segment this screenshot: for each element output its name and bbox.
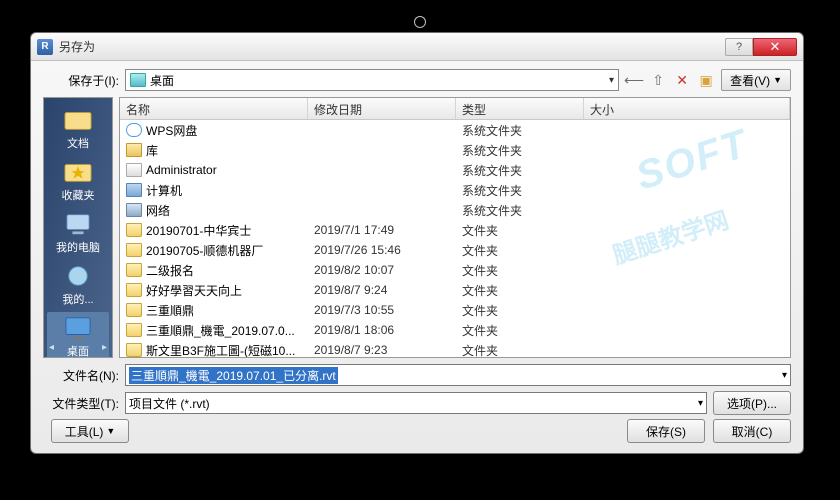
folder-icon xyxy=(126,243,142,257)
new-folder-icon[interactable]: ▣ xyxy=(697,71,715,89)
filename-input[interactable]: 三重順鼎_機電_2019.07.01_已分离.rvt ▾ xyxy=(125,364,791,386)
folder-icon xyxy=(126,283,142,297)
cloud-icon xyxy=(126,123,142,137)
sidebar-item-favorites[interactable]: 收藏夹 xyxy=(47,156,109,206)
col-size[interactable]: 大小 xyxy=(584,98,790,119)
save-as-dialog: R 另存为 ? ✕ 保存于(I): 桌面 ▾ ⟵ ⇧ ✕ ▣ 查看(V) ▼ 文… xyxy=(30,32,804,454)
location-text: 桌面 xyxy=(150,72,174,89)
places-sidebar: 文档 收藏夹 我的电脑 我的... 桌面 ◂▸ xyxy=(43,97,113,358)
back-icon[interactable]: ⟵ xyxy=(625,71,643,89)
table-row[interactable]: 二级报名2019/8/2 10:07文件夹 xyxy=(120,260,790,280)
delete-icon[interactable]: ✕ xyxy=(673,71,691,89)
sidebar-item-network[interactable]: 我的... xyxy=(47,260,109,310)
table-row[interactable]: WPS网盘系统文件夹 xyxy=(120,120,790,140)
save-button[interactable]: 保存(S) xyxy=(627,419,705,443)
table-row[interactable]: 计算机系统文件夹 xyxy=(120,180,790,200)
window-title: 另存为 xyxy=(59,38,725,55)
chevron-down-icon: ▾ xyxy=(698,398,703,409)
column-headers[interactable]: 名称 修改日期 类型 大小 xyxy=(120,98,790,120)
sidebar-scroll[interactable]: ◂▸ xyxy=(49,342,107,353)
handle-circle xyxy=(414,16,426,28)
titlebar: R 另存为 ? ✕ xyxy=(31,33,803,61)
col-date[interactable]: 修改日期 xyxy=(308,98,456,119)
options-button[interactable]: 选项(P)... xyxy=(713,391,791,415)
pc-icon xyxy=(126,183,142,197)
lib-icon xyxy=(126,143,142,157)
view-label: 查看(V) xyxy=(730,72,770,89)
cancel-button[interactable]: 取消(C) xyxy=(713,419,791,443)
app-icon: R xyxy=(37,39,53,55)
sidebar-item-documents[interactable]: 文档 xyxy=(47,104,109,154)
network-icon xyxy=(63,263,93,289)
folder-icon xyxy=(126,323,142,337)
view-button[interactable]: 查看(V) ▼ xyxy=(721,69,791,91)
up-icon[interactable]: ⇧ xyxy=(649,71,667,89)
table-row[interactable]: 20190705-顺德机器厂2019/7/26 15:46文件夹 xyxy=(120,240,790,260)
chevron-down-icon: ▾ xyxy=(782,370,787,381)
desktop-icon xyxy=(130,73,146,87)
chevron-down-icon: ▾ xyxy=(609,75,614,86)
user-icon xyxy=(126,163,142,177)
chevron-down-icon: ▼ xyxy=(773,75,782,85)
folder-icon xyxy=(126,223,142,237)
filename-value: 三重順鼎_機電_2019.07.01_已分离.rvt xyxy=(129,367,338,384)
filetype-value: 项目文件 (*.rvt) xyxy=(129,395,210,412)
sidebar-item-mycomputer[interactable]: 我的电脑 xyxy=(47,208,109,258)
save-in-label: 保存于(I): xyxy=(43,72,119,89)
table-row[interactable]: 三重順鼎_機電_2019.07.0...2019/8/1 18:06文件夹 xyxy=(120,320,790,340)
table-row[interactable]: 库系统文件夹 xyxy=(120,140,790,160)
col-name[interactable]: 名称 xyxy=(120,98,308,119)
table-row[interactable]: 网络系统文件夹 xyxy=(120,200,790,220)
table-row[interactable]: 三重順鼎2019/7/3 10:55文件夹 xyxy=(120,300,790,320)
net-icon xyxy=(126,203,142,217)
table-row[interactable]: 20190701-中华宾士2019/7/1 17:49文件夹 xyxy=(120,220,790,240)
desktop-icon xyxy=(63,315,93,341)
folder-icon xyxy=(126,303,142,317)
computer-icon xyxy=(63,211,93,237)
location-dropdown[interactable]: 桌面 ▾ xyxy=(125,69,619,91)
folder-icon xyxy=(126,263,142,277)
favorites-icon xyxy=(63,159,93,185)
table-row[interactable]: 好好學習天天向上2019/8/7 9:24文件夹 xyxy=(120,280,790,300)
table-row[interactable]: 斯文里B3F施工圖-(短磁10...2019/8/7 9:23文件夹 xyxy=(120,340,790,357)
chevron-down-icon: ▼ xyxy=(106,426,115,436)
folder-icon xyxy=(63,107,93,133)
folder-icon xyxy=(126,343,142,357)
filetype-label: 文件类型(T): xyxy=(43,395,119,412)
filetype-dropdown[interactable]: 项目文件 (*.rvt) ▾ xyxy=(125,392,707,414)
filename-label: 文件名(N): xyxy=(43,367,119,384)
help-button[interactable]: ? xyxy=(725,38,753,56)
close-button[interactable]: ✕ xyxy=(753,38,797,56)
tools-button[interactable]: 工具(L) ▼ xyxy=(51,419,129,443)
col-type[interactable]: 类型 xyxy=(456,98,584,119)
file-list: SOFT 腿腿教学网 名称 修改日期 类型 大小 WPS网盘系统文件夹库系统文件… xyxy=(119,97,791,358)
table-row[interactable]: Administrator系统文件夹 xyxy=(120,160,790,180)
